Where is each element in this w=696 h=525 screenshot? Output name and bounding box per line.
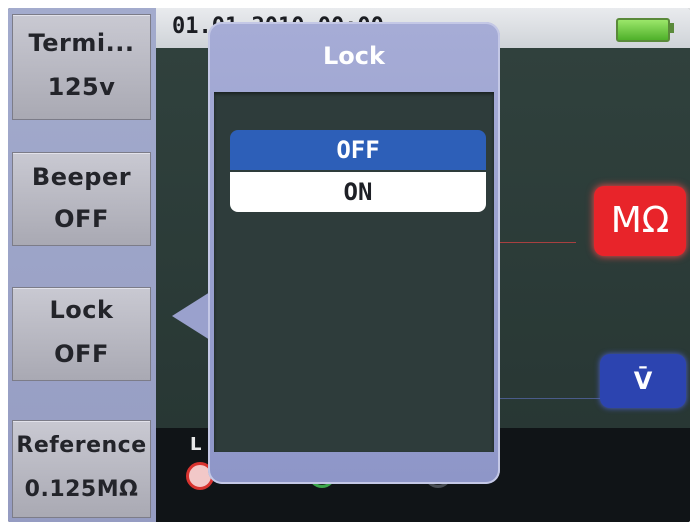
reference-softkey[interactable]: Reference 0.125MΩ [12, 420, 151, 518]
popup-pointer [172, 292, 210, 340]
lock-softkey[interactable]: Lock OFF [12, 287, 151, 381]
softkey-column: Termi... 125v Beeper OFF Lock OFF Refere… [8, 8, 156, 522]
softkey-value: OFF [54, 205, 109, 233]
lock-option-off[interactable]: OFF [230, 130, 486, 170]
blue-trace [496, 398, 606, 399]
lock-option-on[interactable]: ON [230, 172, 486, 212]
softkey-label: Beeper [31, 163, 132, 191]
beeper-softkey[interactable]: Beeper OFF [12, 152, 151, 246]
softkey-value: 0.125MΩ [24, 477, 139, 502]
softkey-value: OFF [54, 340, 109, 368]
jack-label: L [190, 434, 202, 455]
dc-voltage-mode-badge[interactable]: V̄ [600, 354, 686, 408]
lock-popup: Lock OFF ON [208, 22, 500, 484]
battery-tip [670, 23, 674, 33]
softkey-value: 125v [47, 73, 116, 101]
softkey-label: Reference [16, 433, 147, 458]
resistance-unit-badge[interactable]: MΩ [594, 186, 686, 256]
softkey-label: Termi... [28, 29, 135, 57]
red-trace [496, 242, 576, 243]
popup-body: OFF ON [214, 92, 494, 452]
softkey-label: Lock [49, 296, 114, 324]
battery-icon [616, 18, 670, 42]
popup-title: Lock [323, 42, 385, 70]
terminal-voltage-softkey[interactable]: Termi... 125v [12, 14, 151, 120]
